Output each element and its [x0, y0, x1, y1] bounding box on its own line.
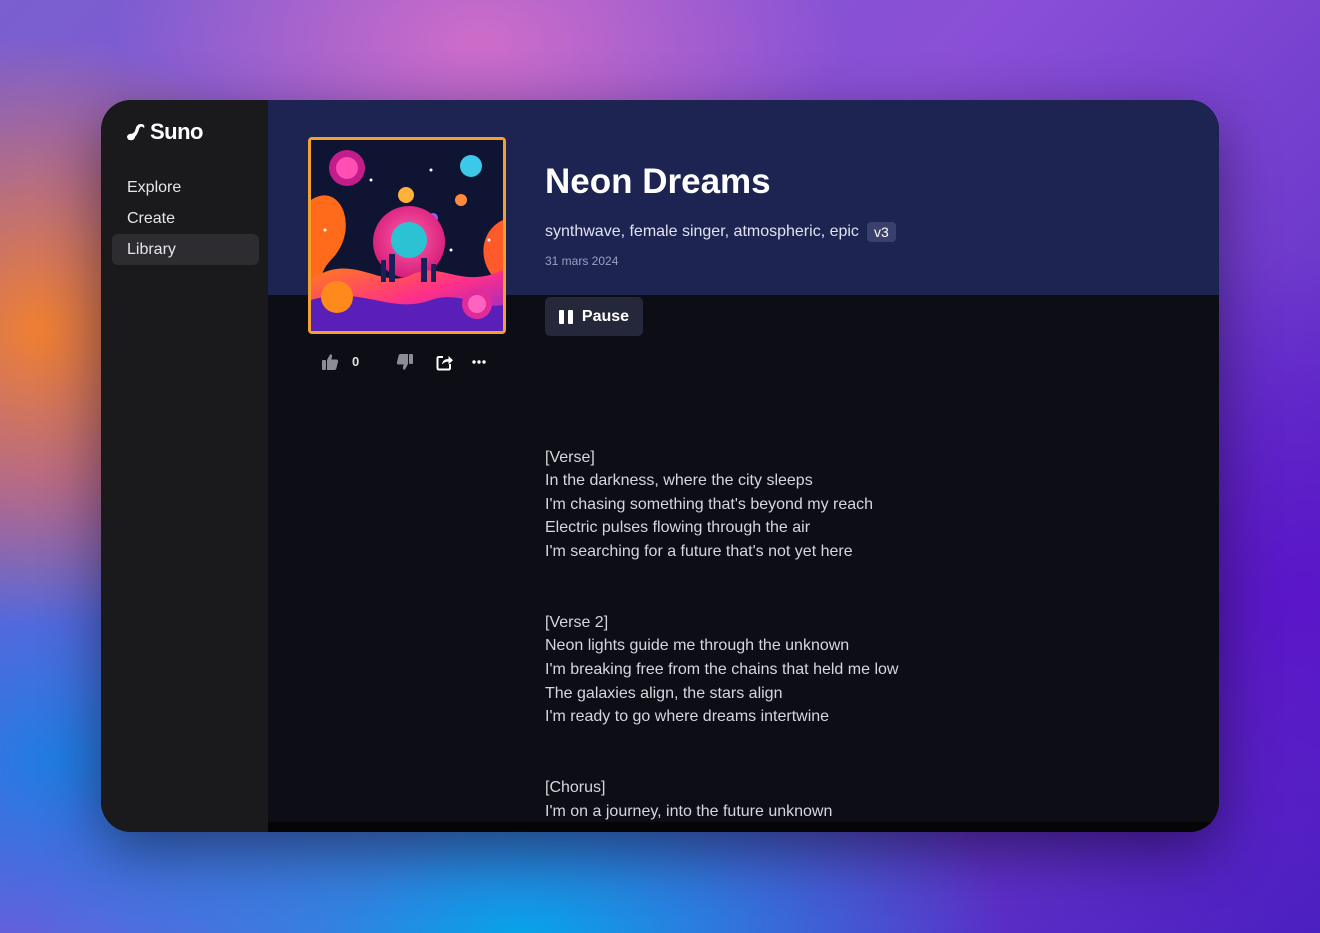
app-logo[interactable]: Suno — [126, 119, 204, 145]
thumbs-down-icon — [396, 354, 413, 370]
like-count: 0 — [352, 354, 360, 369]
dislike-button[interactable] — [396, 350, 414, 374]
song-date: 31 mars 2024 — [545, 254, 619, 268]
song-tags-row: synthwave, female singer, atmospheric, e… — [545, 222, 896, 242]
song-title: Neon Dreams — [545, 162, 771, 201]
suno-logo-icon — [127, 124, 145, 141]
app-window: Suno Explore Create Library Neon Dreams … — [101, 100, 1219, 832]
pause-button[interactable]: Pause — [545, 297, 643, 336]
more-options-button[interactable] — [472, 350, 486, 374]
sidebar-item-create[interactable]: Create — [112, 203, 259, 234]
app-name: Suno — [150, 119, 204, 144]
like-button[interactable] — [321, 350, 339, 374]
sidebar: Suno Explore Create Library — [101, 100, 268, 832]
song-tags: synthwave, female singer, atmospheric, e… — [545, 223, 859, 240]
pause-icon — [558, 309, 573, 324]
sidebar-item-explore[interactable]: Explore — [112, 172, 259, 203]
share-icon — [436, 356, 453, 371]
lyrics-verse-2: [Verse 2] Neon lights guide me through t… — [545, 613, 899, 726]
bottom-bar — [268, 822, 1219, 832]
more-options-icon — [472, 360, 486, 364]
sidebar-item-library[interactable]: Library — [112, 234, 259, 265]
thumbs-up-icon — [322, 354, 339, 370]
song-lyrics: [Verse] In the darkness, where the city … — [545, 422, 957, 832]
version-badge: v3 — [866, 222, 896, 242]
lyrics-verse: [Verse] In the darkness, where the city … — [545, 448, 874, 560]
pause-label: Pause — [581, 307, 630, 325]
main-content: Neon Dreams synthwave, female singer, at… — [268, 100, 1219, 832]
song-cover-art[interactable] — [308, 137, 506, 334]
cover-art-image — [311, 140, 503, 331]
share-button[interactable] — [436, 350, 454, 374]
